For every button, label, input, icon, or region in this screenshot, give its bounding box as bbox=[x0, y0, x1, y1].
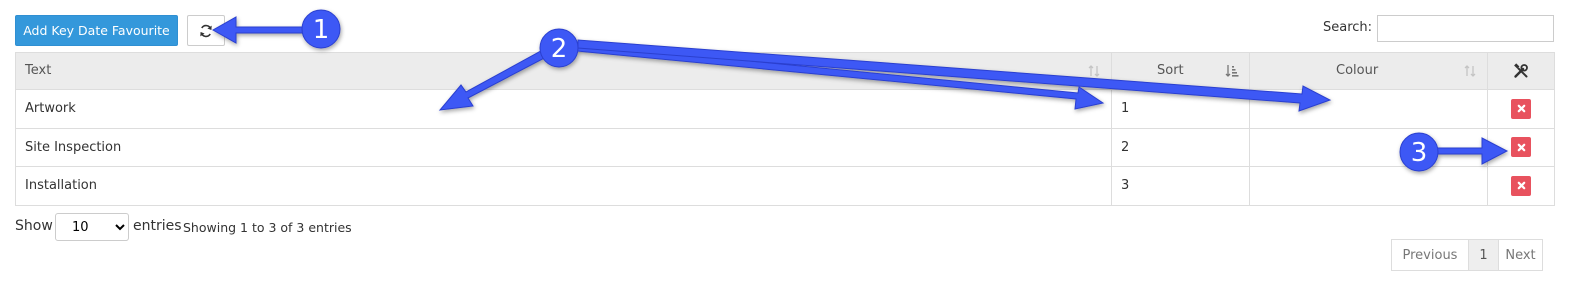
table-header-row: Text Sort Colour bbox=[15, 52, 1555, 90]
column-header-colour-label: Colour bbox=[1336, 63, 1379, 78]
cell-actions bbox=[1487, 166, 1555, 206]
delete-button[interactable] bbox=[1511, 175, 1531, 196]
show-label: Show bbox=[15, 218, 53, 234]
cell-sort: 2 bbox=[1111, 127, 1250, 167]
close-icon bbox=[1517, 181, 1525, 190]
next-page-button[interactable]: Next bbox=[1498, 239, 1543, 271]
sort-ascending-icon bbox=[1225, 65, 1239, 77]
refresh-button[interactable] bbox=[187, 15, 225, 46]
key-date-favourites-table: Text Sort Colour Artwork 1 Site Inspecti… bbox=[15, 52, 1555, 206]
cell-sort: 1 bbox=[1111, 89, 1250, 129]
sort-both-icon bbox=[1088, 65, 1100, 77]
cell-text: Artwork bbox=[15, 89, 1112, 129]
previous-page-button[interactable]: Previous bbox=[1391, 239, 1469, 271]
annotation-label: 1 bbox=[313, 15, 330, 45]
cell-actions bbox=[1487, 89, 1555, 129]
add-key-date-favourite-button[interactable]: Add Key Date Favourite bbox=[15, 15, 178, 46]
search-label: Search: bbox=[1323, 20, 1373, 35]
cell-actions bbox=[1487, 127, 1555, 167]
column-header-text[interactable]: Text bbox=[15, 52, 1112, 90]
cell-colour bbox=[1249, 127, 1488, 167]
annotation-arrow bbox=[211, 16, 307, 44]
close-icon bbox=[1517, 104, 1525, 113]
table-row[interactable]: Artwork 1 bbox=[15, 89, 1555, 129]
search-input[interactable] bbox=[1377, 15, 1554, 42]
cell-colour bbox=[1249, 166, 1488, 206]
delete-button[interactable] bbox=[1511, 98, 1531, 119]
entries-label: entries bbox=[133, 218, 182, 234]
page-1-button[interactable]: 1 bbox=[1468, 239, 1499, 271]
annotation-circle bbox=[301, 9, 341, 49]
column-header-sort-label: Sort bbox=[1157, 63, 1184, 78]
table-info: Showing 1 to 3 of 3 entries bbox=[183, 220, 352, 235]
cell-text: Installation bbox=[15, 166, 1112, 206]
cell-sort: 3 bbox=[1111, 166, 1250, 206]
pagination: Previous 1 Next bbox=[1391, 239, 1543, 271]
column-header-actions bbox=[1487, 52, 1555, 90]
column-header-text-label: Text bbox=[25, 63, 52, 78]
cell-text: Site Inspection bbox=[15, 127, 1112, 167]
tools-icon bbox=[1514, 63, 1528, 78]
refresh-icon bbox=[200, 24, 212, 37]
column-header-sort[interactable]: Sort bbox=[1111, 52, 1250, 90]
sort-both-icon bbox=[1464, 65, 1476, 77]
cell-colour bbox=[1249, 89, 1488, 129]
column-header-colour[interactable]: Colour bbox=[1249, 52, 1488, 90]
close-icon bbox=[1517, 143, 1525, 152]
table-row[interactable]: Site Inspection 2 bbox=[15, 127, 1555, 167]
delete-button[interactable] bbox=[1511, 137, 1531, 158]
page-size-select[interactable]: 10 bbox=[55, 213, 129, 241]
table-row[interactable]: Installation 3 bbox=[15, 166, 1555, 206]
